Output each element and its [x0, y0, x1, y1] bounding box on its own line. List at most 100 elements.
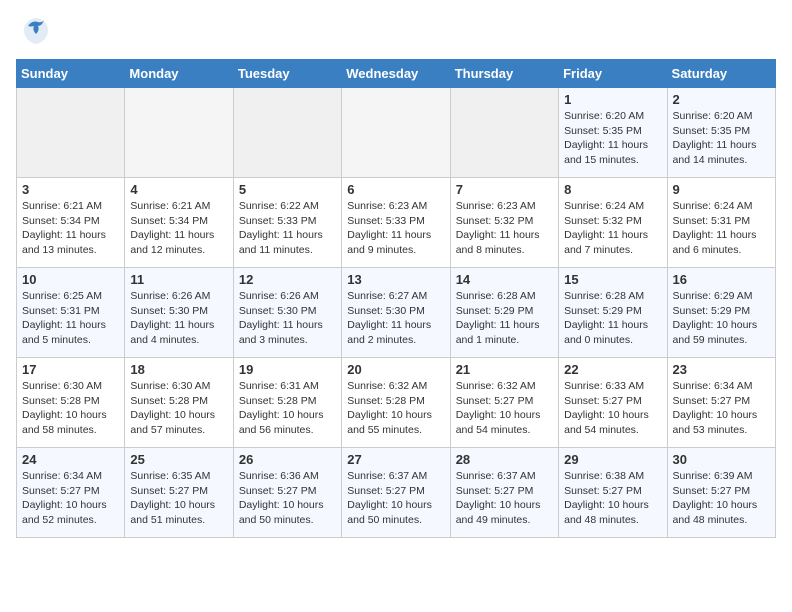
day-info: Sunrise: 6:39 AM Sunset: 5:27 PM Dayligh… [673, 469, 770, 528]
calendar-cell: 29 Sunrise: 6:38 AM Sunset: 5:27 PM Dayli… [559, 448, 667, 538]
week-row-5: 24 Sunrise: 6:34 AM Sunset: 5:27 PM Dayli… [17, 448, 776, 538]
day-info: Sunrise: 6:25 AM Sunset: 5:31 PM Dayligh… [22, 289, 119, 348]
calendar-cell: 8 Sunrise: 6:24 AM Sunset: 5:32 PM Daylig… [559, 178, 667, 268]
day-number: 8 [564, 182, 661, 197]
calendar-cell: 19Sunrise: 6:31 AM Sunset: 5:28 PM Dayli… [233, 358, 341, 448]
day-number: 27 [347, 452, 444, 467]
day-info: Sunrise: 6:26 AM Sunset: 5:30 PM Dayligh… [130, 289, 227, 348]
calendar-cell: 25 Sunrise: 6:35 AM Sunset: 5:27 PM Dayli… [125, 448, 233, 538]
day-info: Sunrise: 6:37 AM Sunset: 5:27 PM Dayligh… [456, 469, 553, 528]
calendar-cell: 5Sunrise: 6:22 AM Sunset: 5:33 PM Daylig… [233, 178, 341, 268]
weekday-header-wednesday: Wednesday [342, 60, 450, 88]
day-info: Sunrise: 6:28 AM Sunset: 5:29 PM Dayligh… [456, 289, 553, 348]
calendar-cell: 7 Sunrise: 6:23 AM Sunset: 5:32 PM Daylig… [450, 178, 558, 268]
weekday-header-row: SundayMondayTuesdayWednesdayThursdayFrid… [17, 60, 776, 88]
week-row-1: 1Sunrise: 6:20 AM Sunset: 5:35 PM Daylig… [17, 88, 776, 178]
calendar-cell: 6 Sunrise: 6:23 AM Sunset: 5:33 PM Daylig… [342, 178, 450, 268]
day-number: 17 [22, 362, 119, 377]
calendar-cell [125, 88, 233, 178]
weekday-header-friday: Friday [559, 60, 667, 88]
day-info: Sunrise: 6:27 AM Sunset: 5:30 PM Dayligh… [347, 289, 444, 348]
calendar-cell: 28 Sunrise: 6:37 AM Sunset: 5:27 PM Dayli… [450, 448, 558, 538]
week-row-4: 17 Sunrise: 6:30 AM Sunset: 5:28 PM Dayli… [17, 358, 776, 448]
day-info: Sunrise: 6:34 AM Sunset: 5:27 PM Dayligh… [22, 469, 119, 528]
day-info: Sunrise: 6:30 AM Sunset: 5:28 PM Dayligh… [130, 379, 227, 438]
calendar-cell: 21Sunrise: 6:32 AM Sunset: 5:27 PM Dayli… [450, 358, 558, 448]
day-number: 3 [22, 182, 119, 197]
calendar-cell: 9 Sunrise: 6:24 AM Sunset: 5:31 PM Daylig… [667, 178, 775, 268]
calendar-cell [342, 88, 450, 178]
calendar-cell: 3 Sunrise: 6:21 AM Sunset: 5:34 PM Daylig… [17, 178, 125, 268]
day-info: Sunrise: 6:24 AM Sunset: 5:31 PM Dayligh… [673, 199, 770, 258]
day-number: 10 [22, 272, 119, 287]
weekday-header-tuesday: Tuesday [233, 60, 341, 88]
day-number: 18 [130, 362, 227, 377]
day-number: 25 [130, 452, 227, 467]
day-number: 12 [239, 272, 336, 287]
calendar-table: SundayMondayTuesdayWednesdayThursdayFrid… [16, 59, 776, 538]
calendar-cell: 18 Sunrise: 6:30 AM Sunset: 5:28 PM Dayli… [125, 358, 233, 448]
calendar-cell: 17 Sunrise: 6:30 AM Sunset: 5:28 PM Dayli… [17, 358, 125, 448]
calendar-cell: 20 Sunrise: 6:32 AM Sunset: 5:28 PM Dayli… [342, 358, 450, 448]
calendar-cell: 13 Sunrise: 6:27 AM Sunset: 5:30 PM Dayli… [342, 268, 450, 358]
day-info: Sunrise: 6:22 AM Sunset: 5:33 PM Dayligh… [239, 199, 336, 258]
day-number: 24 [22, 452, 119, 467]
calendar-cell: 30 Sunrise: 6:39 AM Sunset: 5:27 PM Dayli… [667, 448, 775, 538]
day-info: Sunrise: 6:32 AM Sunset: 5:28 PM Dayligh… [347, 379, 444, 438]
day-info: Sunrise: 6:35 AM Sunset: 5:27 PM Dayligh… [130, 469, 227, 528]
calendar-cell: 16 Sunrise: 6:29 AM Sunset: 5:29 PM Dayli… [667, 268, 775, 358]
day-info: Sunrise: 6:28 AM Sunset: 5:29 PM Dayligh… [564, 289, 661, 348]
day-info: Sunrise: 6:21 AM Sunset: 5:34 PM Dayligh… [130, 199, 227, 258]
calendar-cell: 15 Sunrise: 6:28 AM Sunset: 5:29 PM Dayli… [559, 268, 667, 358]
day-number: 23 [673, 362, 770, 377]
calendar-cell [17, 88, 125, 178]
calendar-cell: 2 Sunrise: 6:20 AM Sunset: 5:35 PM Daylig… [667, 88, 775, 178]
day-number: 9 [673, 182, 770, 197]
calendar-cell: 24 Sunrise: 6:34 AM Sunset: 5:27 PM Dayli… [17, 448, 125, 538]
day-number: 29 [564, 452, 661, 467]
day-number: 26 [239, 452, 336, 467]
calendar-cell [233, 88, 341, 178]
day-info: Sunrise: 6:29 AM Sunset: 5:29 PM Dayligh… [673, 289, 770, 348]
day-info: Sunrise: 6:26 AM Sunset: 5:30 PM Dayligh… [239, 289, 336, 348]
day-info: Sunrise: 6:20 AM Sunset: 5:35 PM Dayligh… [673, 109, 770, 168]
weekday-header-saturday: Saturday [667, 60, 775, 88]
day-number: 15 [564, 272, 661, 287]
day-info: Sunrise: 6:33 AM Sunset: 5:27 PM Dayligh… [564, 379, 661, 438]
day-info: Sunrise: 6:23 AM Sunset: 5:33 PM Dayligh… [347, 199, 444, 258]
day-number: 2 [673, 92, 770, 107]
week-row-2: 3 Sunrise: 6:21 AM Sunset: 5:34 PM Daylig… [17, 178, 776, 268]
calendar-cell: 10 Sunrise: 6:25 AM Sunset: 5:31 PM Dayli… [17, 268, 125, 358]
day-info: Sunrise: 6:20 AM Sunset: 5:35 PM Dayligh… [564, 109, 661, 168]
weekday-header-sunday: Sunday [17, 60, 125, 88]
day-number: 30 [673, 452, 770, 467]
day-number: 16 [673, 272, 770, 287]
day-number: 22 [564, 362, 661, 377]
page-header [16, 16, 776, 51]
day-info: Sunrise: 6:34 AM Sunset: 5:27 PM Dayligh… [673, 379, 770, 438]
calendar-cell: 27Sunrise: 6:37 AM Sunset: 5:27 PM Dayli… [342, 448, 450, 538]
logo [16, 16, 50, 51]
calendar-cell: 12 Sunrise: 6:26 AM Sunset: 5:30 PM Dayli… [233, 268, 341, 358]
day-info: Sunrise: 6:23 AM Sunset: 5:32 PM Dayligh… [456, 199, 553, 258]
day-number: 11 [130, 272, 227, 287]
day-info: Sunrise: 6:36 AM Sunset: 5:27 PM Dayligh… [239, 469, 336, 528]
calendar-cell: 11 Sunrise: 6:26 AM Sunset: 5:30 PM Dayli… [125, 268, 233, 358]
day-info: Sunrise: 6:38 AM Sunset: 5:27 PM Dayligh… [564, 469, 661, 528]
day-info: Sunrise: 6:21 AM Sunset: 5:34 PM Dayligh… [22, 199, 119, 258]
calendar-cell: 4Sunrise: 6:21 AM Sunset: 5:34 PM Daylig… [125, 178, 233, 268]
day-number: 28 [456, 452, 553, 467]
week-row-3: 10 Sunrise: 6:25 AM Sunset: 5:31 PM Dayli… [17, 268, 776, 358]
day-number: 13 [347, 272, 444, 287]
day-info: Sunrise: 6:24 AM Sunset: 5:32 PM Dayligh… [564, 199, 661, 258]
calendar-cell: 14Sunrise: 6:28 AM Sunset: 5:29 PM Dayli… [450, 268, 558, 358]
day-number: 7 [456, 182, 553, 197]
calendar-cell: 22 Sunrise: 6:33 AM Sunset: 5:27 PM Dayli… [559, 358, 667, 448]
day-number: 6 [347, 182, 444, 197]
day-info: Sunrise: 6:31 AM Sunset: 5:28 PM Dayligh… [239, 379, 336, 438]
day-number: 20 [347, 362, 444, 377]
logo-bird-icon [22, 16, 50, 51]
calendar-cell: 1Sunrise: 6:20 AM Sunset: 5:35 PM Daylig… [559, 88, 667, 178]
day-info: Sunrise: 6:32 AM Sunset: 5:27 PM Dayligh… [456, 379, 553, 438]
day-info: Sunrise: 6:30 AM Sunset: 5:28 PM Dayligh… [22, 379, 119, 438]
